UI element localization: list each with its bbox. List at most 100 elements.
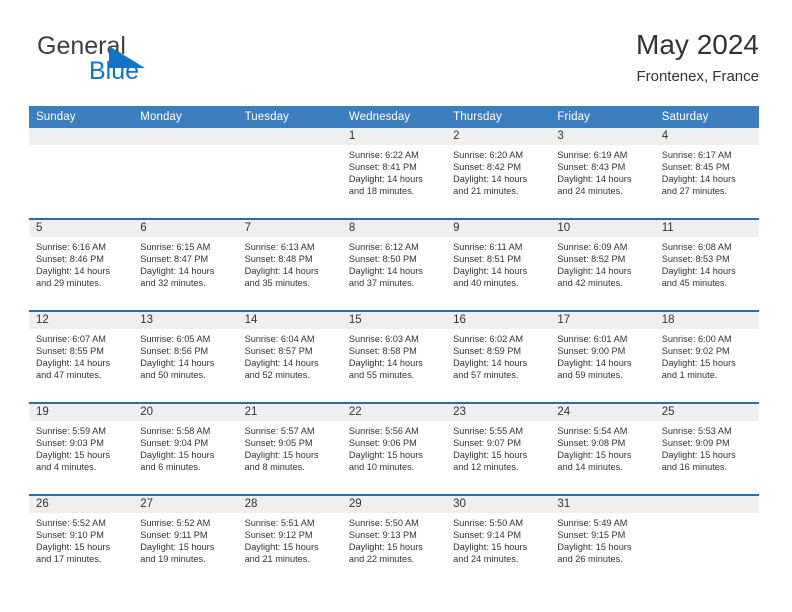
calendar-day-cell[interactable]: 23 Sunrise: 5:55 AM Sunset: 9:07 PM Dayligh… bbox=[446, 402, 551, 495]
daylight-duration-line2: and 32 minutes. bbox=[140, 278, 206, 289]
day-number bbox=[133, 128, 238, 145]
sunset-time: Sunset: 8:52 PM bbox=[557, 254, 626, 265]
sunset-time: Sunset: 8:57 PM bbox=[244, 346, 313, 357]
calendar-day-cell[interactable] bbox=[133, 128, 238, 219]
calendar-day-cell[interactable]: 27 Sunrise: 5:52 AM Sunset: 9:11 PM Dayligh… bbox=[133, 494, 238, 586]
calendar-day-cell[interactable]: 12 Sunrise: 6:07 AM Sunset: 8:55 PM Dayligh… bbox=[29, 310, 134, 403]
calendar-grid: Sunday Monday Tuesday Wednesday Thursday… bbox=[29, 106, 759, 586]
calendar-day-cell[interactable]: 9 Sunrise: 6:11 AM Sunset: 8:51 PM Daylight… bbox=[446, 218, 551, 311]
general-blue-logo[interactable]: General Blue bbox=[29, 32, 259, 94]
daylight-duration-line1: Daylight: 14 hours bbox=[453, 174, 528, 185]
calendar-day-cell[interactable]: 18 Sunrise: 6:00 AM Sunset: 9:02 PM Dayligh… bbox=[654, 310, 759, 403]
day-7: 7 Sunrise: 6:13 AM Sunset: 8:48 PM Daylight… bbox=[237, 220, 342, 310]
day-details: Sunrise: 6:17 AM Sunset: 8:45 PM Daylight:… bbox=[655, 145, 759, 197]
calendar-day-cell[interactable]: 31 Sunrise: 5:49 AM Sunset: 9:15 PM Dayligh… bbox=[550, 494, 655, 586]
calendar-day-cell[interactable]: 20 Sunrise: 5:58 AM Sunset: 9:04 PM Dayligh… bbox=[133, 402, 238, 495]
sunset-time: Sunset: 8:47 PM bbox=[140, 254, 209, 265]
calendar-day-cell[interactable]: 1 Sunrise: 6:22 AM Sunset: 8:41 PM Daylight… bbox=[341, 128, 447, 219]
page-title: May 2024 bbox=[636, 29, 759, 60]
daylight-duration-line2: and 8 minutes. bbox=[244, 462, 305, 473]
calendar-day-cell[interactable] bbox=[29, 128, 134, 219]
day-details: Sunrise: 6:03 AM Sunset: 8:58 PM Daylight:… bbox=[342, 329, 446, 381]
calendar-day-cell[interactable]: 22 Sunrise: 5:56 AM Sunset: 9:06 PM Dayligh… bbox=[341, 402, 447, 495]
daylight-duration-line2: and 21 minutes. bbox=[244, 554, 310, 565]
daylight-duration-line1: Daylight: 15 hours bbox=[348, 542, 423, 553]
sunrise-time: Sunrise: 5:53 AM bbox=[661, 426, 732, 436]
sunset-time: Sunset: 9:12 PM bbox=[244, 530, 313, 541]
calendar-day-cell[interactable]: 4 Sunrise: 6:17 AM Sunset: 8:45 PM Daylight… bbox=[654, 128, 759, 219]
calendar-day-cell[interactable]: 25 Sunrise: 5:53 AM Sunset: 9:09 PM Dayligh… bbox=[654, 402, 759, 495]
calendar-day-cell[interactable]: 7 Sunrise: 6:13 AM Sunset: 8:48 PM Daylight… bbox=[237, 218, 342, 311]
day-25: 25 Sunrise: 5:53 AM Sunset: 9:09 PM Dayligh… bbox=[654, 404, 759, 494]
daylight-duration-line1: Daylight: 14 hours bbox=[557, 358, 632, 369]
day-details: Sunrise: 5:53 AM Sunset: 9:09 PM Daylight:… bbox=[655, 421, 759, 473]
calendar-day-cell[interactable]: 8 Sunrise: 6:12 AM Sunset: 8:50 PM Daylight… bbox=[341, 218, 447, 311]
day-number: 25 bbox=[654, 404, 759, 421]
sunset-time: Sunset: 9:14 PM bbox=[453, 530, 522, 541]
sunrise-time: Sunrise: 6:09 AM bbox=[557, 242, 628, 252]
day-details: Sunrise: 5:52 AM Sunset: 9:10 PM Daylight:… bbox=[29, 513, 133, 565]
sunset-time: Sunset: 8:55 PM bbox=[36, 346, 104, 357]
daylight-duration-line2: and 12 minutes. bbox=[453, 462, 519, 473]
calendar-day-cell[interactable]: 28 Sunrise: 5:51 AM Sunset: 9:12 PM Dayligh… bbox=[237, 494, 342, 586]
sunset-time: Sunset: 8:53 PM bbox=[661, 254, 730, 265]
daylight-duration-line1: Daylight: 15 hours bbox=[36, 542, 111, 553]
daylight-duration-line2: and 42 minutes. bbox=[557, 278, 623, 289]
calendar-day-cell[interactable]: 3 Sunrise: 6:19 AM Sunset: 8:43 PM Daylight… bbox=[550, 128, 655, 219]
calendar-day-cell[interactable]: 30 Sunrise: 5:50 AM Sunset: 9:14 PM Dayligh… bbox=[446, 494, 551, 586]
daylight-duration-line2: and 4 minutes. bbox=[36, 462, 97, 473]
calendar-day-cell[interactable]: 21 Sunrise: 5:57 AM Sunset: 9:05 PM Dayligh… bbox=[237, 402, 342, 495]
calendar-day-cell[interactable]: 11 Sunrise: 6:08 AM Sunset: 8:53 PM Dayligh… bbox=[654, 218, 759, 311]
calendar-day-cell[interactable]: 2 Sunrise: 6:20 AM Sunset: 8:42 PM Daylight… bbox=[446, 128, 551, 219]
day-details: Sunrise: 6:02 AM Sunset: 8:59 PM Daylight:… bbox=[446, 329, 550, 381]
day-details: Sunrise: 6:16 AM Sunset: 8:46 PM Daylight:… bbox=[29, 237, 133, 289]
calendar-body: 1 Sunrise: 6:22 AM Sunset: 8:41 PM Daylight… bbox=[29, 128, 759, 586]
sunrise-time: Sunrise: 6:11 AM bbox=[453, 242, 523, 252]
calendar-day-cell[interactable] bbox=[237, 128, 342, 219]
daylight-duration-line2: and 55 minutes. bbox=[348, 370, 415, 381]
day-number: 14 bbox=[237, 312, 342, 329]
calendar-day-cell[interactable]: 14 Sunrise: 6:04 AM Sunset: 8:57 PM Dayligh… bbox=[237, 310, 342, 403]
daylight-duration-line1: Daylight: 14 hours bbox=[36, 266, 111, 277]
sunrise-time: Sunrise: 5:56 AM bbox=[348, 426, 419, 436]
calendar-week-row: 5 Sunrise: 6:16 AM Sunset: 8:46 PM Daylight… bbox=[29, 218, 759, 311]
day-number: 18 bbox=[654, 312, 759, 329]
weekday-header-sunday: Sunday bbox=[29, 106, 134, 128]
calendar-day-cell[interactable] bbox=[654, 494, 759, 586]
calendar-day-cell[interactable]: 5 Sunrise: 6:16 AM Sunset: 8:46 PM Daylight… bbox=[29, 218, 134, 311]
sunset-time: Sunset: 9:02 PM bbox=[661, 346, 730, 357]
sunrise-time: Sunrise: 6:15 AM bbox=[140, 242, 211, 252]
day-empty bbox=[237, 128, 342, 218]
daylight-duration-line2: and 22 minutes. bbox=[348, 554, 415, 565]
daylight-duration-line2: and 24 minutes. bbox=[557, 186, 623, 197]
day-11: 11 Sunrise: 6:08 AM Sunset: 8:53 PM Dayligh… bbox=[654, 220, 759, 310]
day-10: 10 Sunrise: 6:09 AM Sunset: 8:52 PM Dayligh… bbox=[550, 220, 655, 310]
calendar-day-cell[interactable]: 29 Sunrise: 5:50 AM Sunset: 9:13 PM Dayligh… bbox=[341, 494, 447, 586]
calendar-day-cell[interactable]: 10 Sunrise: 6:09 AM Sunset: 8:52 PM Dayligh… bbox=[550, 218, 655, 311]
day-details: Sunrise: 5:59 AM Sunset: 9:03 PM Daylight:… bbox=[29, 421, 133, 473]
day-number: 12 bbox=[29, 312, 134, 329]
sunset-time: Sunset: 8:45 PM bbox=[661, 162, 730, 173]
logo-text-blue: Blue bbox=[89, 57, 140, 85]
day-15: 15 Sunrise: 6:03 AM Sunset: 8:58 PM Dayligh… bbox=[341, 312, 447, 402]
daylight-duration-line1: Daylight: 14 hours bbox=[140, 266, 215, 277]
daylight-duration-line1: Daylight: 15 hours bbox=[557, 450, 632, 461]
calendar-day-cell[interactable]: 13 Sunrise: 6:05 AM Sunset: 8:56 PM Dayligh… bbox=[133, 310, 238, 403]
day-details: Sunrise: 5:50 AM Sunset: 9:14 PM Daylight:… bbox=[446, 513, 550, 565]
daylight-duration-line2: and 57 minutes. bbox=[453, 370, 519, 381]
day-16: 16 Sunrise: 6:02 AM Sunset: 8:59 PM Dayligh… bbox=[446, 312, 551, 402]
daylight-duration-line1: Daylight: 15 hours bbox=[140, 542, 215, 553]
calendar-day-cell[interactable]: 19 Sunrise: 5:59 AM Sunset: 9:03 PM Dayligh… bbox=[29, 402, 134, 495]
calendar-day-cell[interactable]: 16 Sunrise: 6:02 AM Sunset: 8:59 PM Dayligh… bbox=[446, 310, 551, 403]
calendar-day-cell[interactable]: 6 Sunrise: 6:15 AM Sunset: 8:47 PM Daylight… bbox=[133, 218, 238, 311]
day-20: 20 Sunrise: 5:58 AM Sunset: 9:04 PM Dayligh… bbox=[133, 404, 238, 494]
calendar-day-cell[interactable]: 24 Sunrise: 5:54 AM Sunset: 9:08 PM Dayligh… bbox=[550, 402, 655, 495]
daylight-duration-line2: and 19 minutes. bbox=[140, 554, 206, 565]
sunrise-time: Sunrise: 6:03 AM bbox=[348, 334, 419, 344]
calendar-day-cell[interactable]: 26 Sunrise: 5:52 AM Sunset: 9:10 PM Dayligh… bbox=[29, 494, 134, 586]
calendar-day-cell[interactable]: 15 Sunrise: 6:03 AM Sunset: 8:58 PM Dayligh… bbox=[341, 310, 447, 403]
sunset-time: Sunset: 9:00 PM bbox=[557, 346, 626, 357]
calendar-day-cell[interactable]: 17 Sunrise: 6:01 AM Sunset: 9:00 PM Dayligh… bbox=[550, 310, 655, 403]
daylight-duration-line2: and 45 minutes. bbox=[661, 278, 728, 289]
day-details: Sunrise: 6:04 AM Sunset: 8:57 PM Daylight:… bbox=[238, 329, 342, 381]
